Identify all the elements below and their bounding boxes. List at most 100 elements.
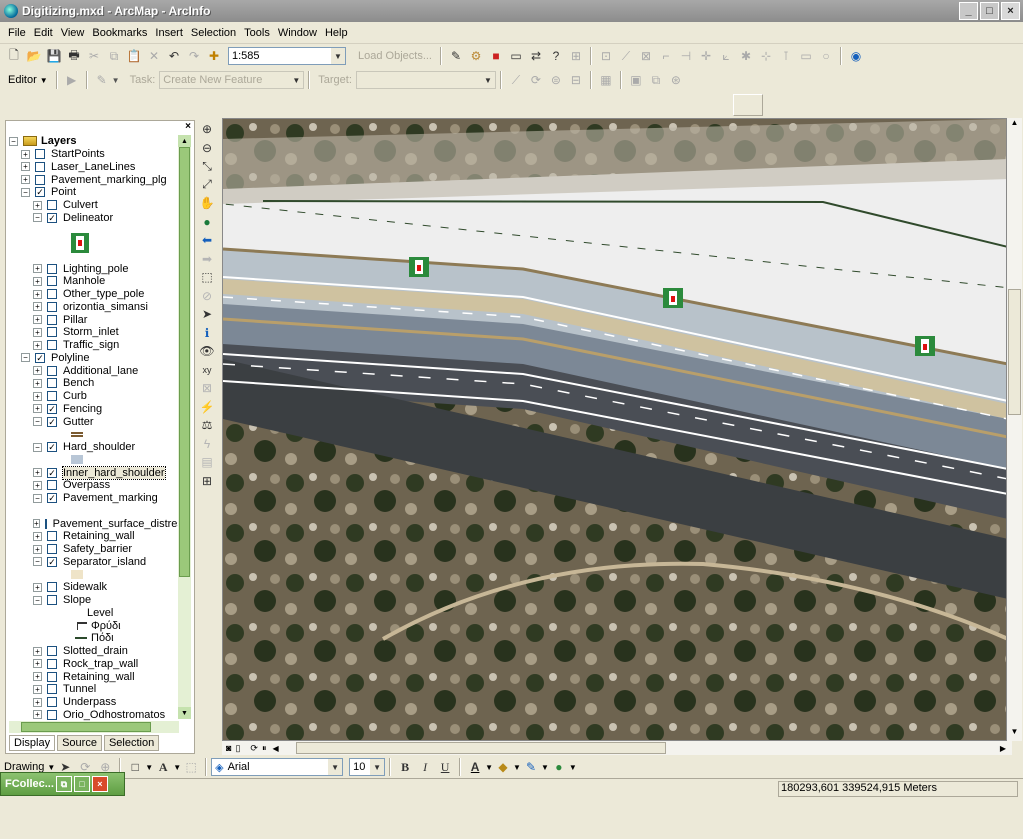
undo-icon[interactable]: ↶ xyxy=(165,47,183,65)
collapse-icon[interactable]: − xyxy=(21,187,30,197)
zoom-in-icon[interactable]: ⊕ xyxy=(197,120,217,139)
pan-hand-icon[interactable]: ✋ xyxy=(197,194,217,213)
task-select[interactable]: Create New Feature ▼ xyxy=(159,71,305,89)
go-to-xy-icon[interactable]: xy xyxy=(197,361,217,380)
restore-icon[interactable]: ⧉ xyxy=(55,776,72,792)
expand-icon[interactable]: + xyxy=(33,684,42,694)
snap-tool-icon[interactable]: ⊡ xyxy=(597,47,615,65)
expand-icon[interactable]: + xyxy=(33,531,42,541)
toc-layer-item[interactable]: + Bench xyxy=(9,377,181,390)
toc-layer-item[interactable]: + StartPoints xyxy=(9,148,181,161)
load-objects-button[interactable]: Load Objects... xyxy=(358,50,432,62)
map-horizontal-scrollbar[interactable]: ◙ ▯ ⟳ ⏸ ◀ ▶ xyxy=(222,741,1012,755)
measure-icon[interactable]: ⊠ xyxy=(197,379,217,398)
chevron-down-icon[interactable]: ▼ xyxy=(513,763,521,772)
toc-layer-item[interactable]: + Slotted_drain xyxy=(9,645,181,658)
toc-layer-item[interactable]: + orizontia_simansi xyxy=(9,301,181,314)
collapse-icon[interactable]: − xyxy=(33,213,42,223)
toc-layer-item[interactable]: − ✓ Polyline xyxy=(9,352,181,365)
menu-tools[interactable]: Tools xyxy=(240,27,274,39)
align-tool-icon[interactable]: ⊺ xyxy=(777,47,795,65)
layer-visibility-checkbox[interactable]: ✓ xyxy=(47,556,57,567)
expand-icon[interactable]: + xyxy=(33,672,42,682)
layout-view-icon[interactable]: ▯ xyxy=(235,743,240,754)
toc-layer-item[interactable]: + Rock_trap_wall xyxy=(9,658,181,671)
back-extent-icon[interactable]: ⬅ xyxy=(197,231,217,250)
open-folder-icon[interactable]: 📂 xyxy=(25,47,43,65)
font-select[interactable]: ◈ Arial ▼ xyxy=(211,758,344,776)
collapse-icon[interactable]: − xyxy=(33,557,42,567)
full-extent-globe-icon[interactable]: ● xyxy=(197,213,217,232)
paste-icon[interactable]: 📋 xyxy=(125,47,143,65)
layer-visibility-checkbox[interactable] xyxy=(47,671,57,682)
edit-tool-arrow-icon[interactable]: ▶ xyxy=(63,71,81,89)
collapse-icon[interactable]: − xyxy=(9,136,18,146)
toc-layer-item[interactable]: + Culvert xyxy=(9,199,181,212)
table-icon[interactable]: ▦ xyxy=(597,71,615,89)
toc-layer-item[interactable]: − ✓ Gutter xyxy=(9,415,181,428)
split-line-icon[interactable]: ⟋ xyxy=(507,71,525,89)
expand-icon[interactable]: + xyxy=(33,582,42,592)
editor-toolbar-icon[interactable]: ✎ xyxy=(447,47,465,65)
save-icon[interactable]: 💾 xyxy=(45,47,63,65)
maximize-icon[interactable]: □ xyxy=(73,776,90,792)
bold-icon[interactable]: B xyxy=(396,758,414,776)
refresh-icon[interactable]: ⟳ xyxy=(250,743,258,754)
menu-help[interactable]: Help xyxy=(321,27,352,39)
layer-visibility-checkbox[interactable] xyxy=(47,276,57,287)
attributes-icon[interactable]: ⊜ xyxy=(547,71,565,89)
extend-tool-icon[interactable]: ⟀ xyxy=(717,47,735,65)
generalize-icon[interactable]: ⊹ xyxy=(757,47,775,65)
chevron-down-icon[interactable]: ▼ xyxy=(541,763,549,772)
layer-visibility-checkbox[interactable]: ✓ xyxy=(47,467,57,478)
layer-visibility-checkbox[interactable] xyxy=(35,161,45,172)
toc-layer-item[interactable]: + Lighting_pole xyxy=(9,262,181,275)
layer-visibility-checkbox[interactable] xyxy=(47,340,57,351)
redo-icon[interactable]: ↷ xyxy=(185,47,203,65)
toc-layer-item[interactable]: + Other_type_pole xyxy=(9,288,181,301)
trim-tool-icon[interactable]: ⊣ xyxy=(677,47,695,65)
chevron-down-icon[interactable]: ▼ xyxy=(569,763,577,772)
edit-vertices-icon[interactable]: ⬚ xyxy=(182,758,200,776)
expand-icon[interactable]: + xyxy=(33,340,42,350)
identify-icon[interactable]: ℹ xyxy=(197,324,217,343)
expand-icon[interactable]: + xyxy=(33,544,42,554)
font-color-icon[interactable]: A xyxy=(466,758,484,776)
toc-layer-item[interactable]: − Slope xyxy=(9,594,181,607)
toolbox-red-icon[interactable]: ■ xyxy=(487,47,505,65)
expand-icon[interactable]: + xyxy=(33,468,42,478)
text-tool-icon[interactable]: A xyxy=(154,758,172,776)
layer-visibility-checkbox[interactable] xyxy=(44,518,47,529)
create-viewer-icon[interactable]: ⊞ xyxy=(197,472,217,491)
map-vscroll-thumb[interactable] xyxy=(1008,289,1021,415)
split-tool-icon[interactable]: ✱ xyxy=(737,47,755,65)
cut-icon[interactable]: ✂ xyxy=(85,47,103,65)
rectangle-tool-icon[interactable]: ▭ xyxy=(797,47,815,65)
toc-layer-item[interactable]: + Overpass xyxy=(9,479,181,492)
collapse-icon[interactable]: − xyxy=(33,493,42,503)
toc-hscroll-thumb[interactable] xyxy=(21,722,151,732)
layer-visibility-checkbox[interactable] xyxy=(47,263,57,274)
close-icon[interactable]: × xyxy=(91,776,108,792)
layer-visibility-checkbox[interactable] xyxy=(47,480,57,491)
scroll-up-arrow-icon[interactable]: ▲ xyxy=(178,135,191,147)
hyperlink-icon[interactable]: ⚡ xyxy=(197,398,217,417)
toc-layer-item[interactable]: + Storm_inlet xyxy=(9,326,181,339)
toc-layer-item[interactable]: + Safety_barrier xyxy=(9,543,181,556)
layer-visibility-checkbox[interactable] xyxy=(47,658,57,669)
toc-layer-item[interactable]: + Pavement_marking_plg xyxy=(9,173,181,186)
toc-layer-item[interactable]: + Curb xyxy=(9,390,181,403)
expand-icon[interactable]: + xyxy=(33,200,42,210)
toc-root[interactable]: − Layers xyxy=(9,135,181,148)
expand-icon[interactable]: + xyxy=(33,366,42,376)
layer-visibility-checkbox[interactable] xyxy=(47,314,57,325)
font-size-select[interactable]: 10 ▼ xyxy=(349,758,386,776)
toc-layer-item[interactable]: + Manhole xyxy=(9,275,181,288)
pause-drawing-icon[interactable]: ⏸ xyxy=(262,743,267,754)
layer-visibility-checkbox[interactable]: ✓ xyxy=(47,212,57,223)
menu-insert[interactable]: Insert xyxy=(151,27,187,39)
tab-selection[interactable]: Selection xyxy=(103,735,160,751)
expand-icon[interactable]: + xyxy=(33,302,42,312)
layer-visibility-checkbox[interactable] xyxy=(47,289,57,300)
layer-visibility-checkbox[interactable]: ✓ xyxy=(47,442,57,453)
